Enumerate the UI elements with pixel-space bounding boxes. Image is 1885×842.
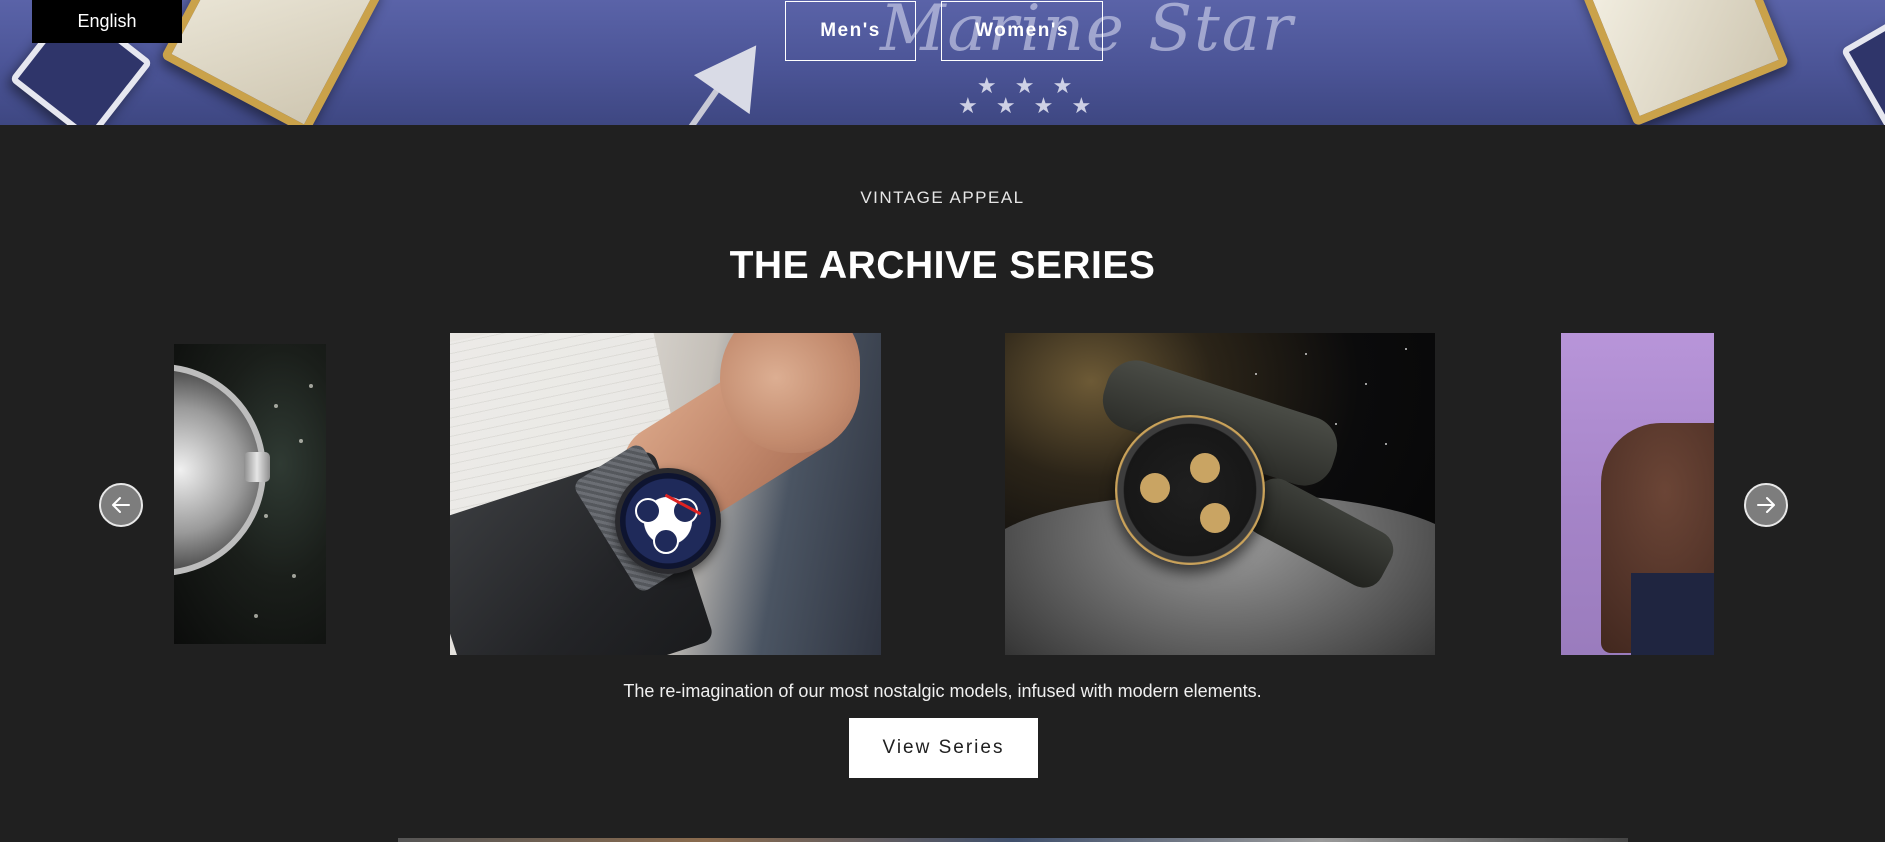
carousel-slide[interactable] [1561,333,1714,655]
subdial [1190,453,1220,483]
watch-crown [244,452,270,482]
star [1365,383,1367,385]
moon-chronograph-watch [1115,415,1265,565]
star [1255,373,1257,375]
carousel-slide[interactable] [1005,333,1435,655]
section-description: The re-imagination of our most nostalgic… [623,681,1262,701]
language-selector[interactable]: English [32,0,182,43]
dial-stars: ★ ★ ★ ★ ★ ★ ★ [958,73,1098,118]
carousel-next-button[interactable] [1744,483,1788,527]
bubble [292,574,296,578]
bubble [274,404,278,408]
arrow-right-icon [1757,497,1775,513]
section-title: THE ARCHIVE SERIES [729,244,1156,287]
star [1305,353,1307,355]
arrow-left-icon [112,497,130,513]
watch-hand [686,87,720,125]
carousel-slide[interactable] [450,333,881,655]
star [1335,423,1337,425]
bubble [299,439,303,443]
star [1405,348,1407,350]
subdial [1200,503,1230,533]
next-section-preview [398,838,1628,842]
dial-marker [160,0,386,125]
bubble [264,514,268,518]
dial-marker [1840,3,1885,125]
chronograph-watch [615,468,721,574]
mens-button[interactable]: Men's [785,1,916,61]
subdial [1140,473,1170,503]
section-eyebrow: VINTAGE APPEAL [860,188,1025,207]
star [1385,443,1387,445]
dial-marker [1576,0,1790,125]
view-series-button[interactable]: View Series [849,718,1038,778]
bubble [309,384,313,388]
carousel-slide[interactable] [174,344,326,644]
bubble [254,614,258,618]
subdial [653,528,679,554]
carousel-prev-button[interactable] [99,483,143,527]
jeans [1631,573,1714,655]
subdial [635,498,661,524]
womens-button[interactable]: Women's [941,1,1103,61]
